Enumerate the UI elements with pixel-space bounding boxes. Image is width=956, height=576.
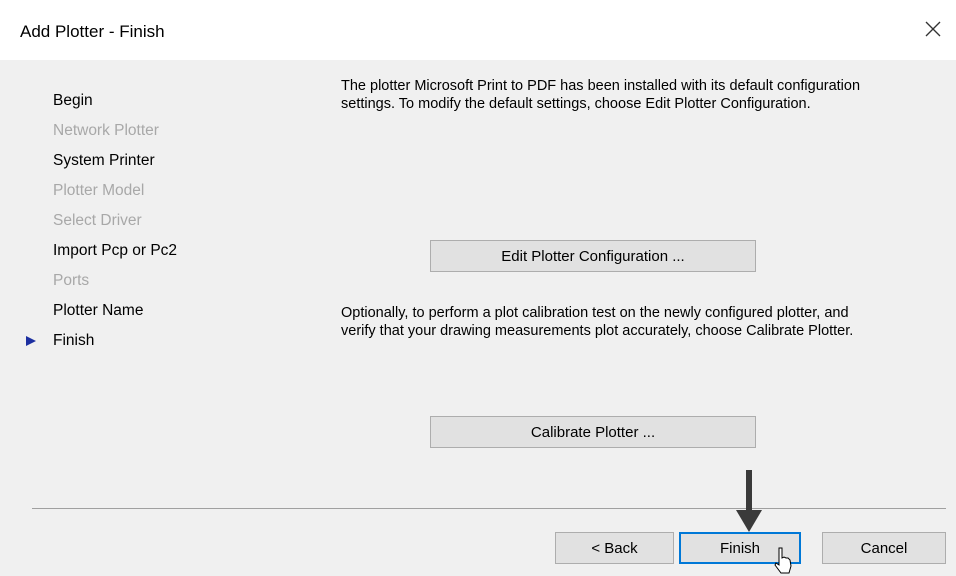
edit-plotter-configuration-button[interactable]: Edit Plotter Configuration ... [430, 240, 756, 272]
step-label: System Printer [53, 152, 155, 169]
step-label: Begin [53, 92, 93, 109]
step-network-plotter: Network Plotter [22, 116, 302, 146]
close-icon [925, 21, 941, 37]
calibration-message: Optionally, to perform a plot calibratio… [341, 305, 854, 339]
close-button[interactable] [918, 14, 948, 44]
step-label: Import Pcp or Pc2 [53, 242, 178, 259]
title-bar: Add Plotter - Finish [0, 0, 956, 60]
calibrate-plotter-button[interactable]: Calibrate Plotter ... [430, 416, 756, 448]
back-button[interactable]: < Back [555, 532, 674, 564]
dialog-title: Add Plotter - Finish [20, 22, 165, 41]
installed-message: The plotter Microsoft Print to PDF has b… [341, 78, 861, 112]
current-step-arrow-icon [26, 336, 36, 346]
step-system-printer: System Printer [22, 146, 302, 176]
step-label: Plotter Model [53, 182, 145, 199]
step-label: Plotter Name [53, 302, 144, 319]
step-label: Finish [53, 332, 95, 349]
add-plotter-dialog: Add Plotter - Finish Begin Network Plott… [0, 0, 956, 576]
step-label: Network Plotter [53, 122, 159, 139]
step-begin: Begin [22, 86, 302, 116]
down-arrow-icon [736, 470, 762, 532]
wizard-steps: Begin Network Plotter System Printer Plo… [22, 86, 302, 356]
step-label: Ports [53, 272, 90, 289]
step-finish: Finish [22, 326, 302, 356]
cancel-button[interactable]: Cancel [822, 532, 946, 564]
step-select-driver: Select Driver [22, 206, 302, 236]
step-import-pcp: Import Pcp or Pc2 [22, 236, 302, 266]
footer-separator [32, 508, 946, 509]
step-ports: Ports [22, 266, 302, 296]
step-label: Select Driver [53, 212, 142, 229]
step-plotter-model: Plotter Model [22, 176, 302, 206]
step-plotter-name: Plotter Name [22, 296, 302, 326]
mouse-pointer-icon [774, 547, 792, 574]
